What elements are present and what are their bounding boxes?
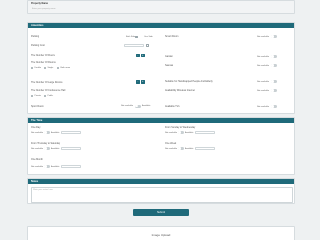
time-slot-toggle[interactable]: [44, 165, 50, 168]
garden-status: Not available: [257, 55, 270, 58]
handicapped-status: Not available: [257, 80, 270, 83]
number-of-floors-label: The Number Of Floors: [31, 54, 55, 57]
smart-room-toggle[interactable]: [271, 35, 277, 38]
notes-textarea[interactable]: Write your notes here: [31, 187, 293, 203]
time-slot-label: One Month: [31, 158, 43, 161]
property-name-placeholder: Enter your property name: [32, 8, 56, 11]
time-slot-status: Not available: [31, 147, 44, 150]
notes-panel: Notes Write your notes here: [27, 178, 295, 204]
time-slot-label: One Week: [165, 142, 177, 145]
hall-private-label: Private: [34, 94, 41, 97]
garden-label: Garden: [165, 55, 173, 58]
parking-cost-checkbox[interactable]: [146, 44, 149, 47]
sauna-toggle[interactable]: [271, 64, 277, 67]
smart-room-status: Not available: [257, 35, 270, 38]
room-type-single-radio[interactable]: [44, 67, 47, 70]
sport-room-status: Not available: [121, 105, 134, 107]
time-slot-status-2: Available: [51, 147, 60, 150]
time-slot-status-2: Available: [51, 131, 60, 134]
time-slot-price-input[interactable]: [61, 130, 81, 135]
time-slot-label: One Day: [31, 126, 41, 129]
sauna-label: Saunas: [165, 64, 174, 67]
room-type-both-label: Both room: [60, 67, 71, 69]
amenities-panel: Amenities Parking Both Side One Side Par…: [27, 22, 295, 114]
sport-room-toggle[interactable]: [135, 104, 141, 108]
property-name-input[interactable]: Enter your property name: [31, 8, 291, 12]
room-type-double-radio[interactable]: [31, 67, 34, 70]
smart-room-label: Smart Room: [165, 35, 179, 38]
time-slot-toggle[interactable]: [178, 147, 184, 150]
hall-private-radio[interactable]: [31, 94, 34, 97]
property-name-title: Property Name: [31, 2, 49, 5]
parking-both-side-label: Both Side: [126, 35, 136, 38]
tv-status: Not available: [257, 105, 270, 108]
time-slot-label: From Thursday to Saturday: [31, 142, 61, 145]
parking-one-side-label: One Side: [144, 35, 153, 38]
time-slot-toggle[interactable]: [44, 147, 50, 150]
time-slot-status: Not available: [31, 165, 44, 168]
time-slot-toggle[interactable]: [44, 131, 50, 134]
parking-both-side-checkbox[interactable]: [135, 35, 138, 39]
garden-toggle[interactable]: [271, 55, 277, 58]
tv-label: Available TVs: [165, 105, 180, 108]
time-panel: The Time One Day Not available Available…: [27, 117, 295, 175]
large-rooms-label: The Number Of Large Rooms: [31, 81, 63, 84]
time-header: The Time: [28, 118, 294, 123]
time-slot-price-input[interactable]: [195, 130, 215, 135]
notes-placeholder: Write your notes here: [33, 189, 53, 191]
time-slot-status-2: Available: [185, 131, 194, 134]
time-slot-status-2: Available: [51, 165, 60, 168]
image-upload-title: Image Upload: [151, 233, 171, 237]
amenities-header: Amenities: [28, 23, 294, 28]
time-slot-price-input[interactable]: [195, 146, 215, 151]
floors-increment-button[interactable]: +: [141, 53, 145, 57]
time-slot-status: Not available: [165, 147, 178, 150]
time-slot-status-2: Available: [185, 147, 194, 150]
parking-cost-label: Parking Cost: [31, 44, 45, 47]
wireless-toggle[interactable]: [271, 89, 277, 92]
time-slot-status: Not available: [31, 131, 44, 134]
time-slot-price-input[interactable]: [61, 146, 81, 151]
time-slot-label: From Sunday to Wednesday: [165, 126, 196, 129]
wireless-label: Availability Wireless Internet: [165, 89, 195, 92]
time-slot-status: Not available: [165, 131, 178, 134]
notes-header: Notes: [28, 179, 294, 184]
rooms-decrement-button[interactable]: -: [136, 80, 140, 84]
parking-label: Parking: [31, 35, 40, 38]
parking-cost-input[interactable]: [124, 43, 144, 47]
hall-public-label: Public: [47, 94, 54, 97]
sport-room-label: Sport Room: [31, 105, 44, 108]
floors-decrement-button[interactable]: -: [136, 53, 140, 57]
handicapped-toggle[interactable]: [271, 80, 277, 83]
number-of-rooms-label: The Number Of Rooms: [31, 61, 56, 64]
image-upload-panel: Image Upload: [27, 226, 295, 240]
hall-public-radio[interactable]: [44, 94, 47, 97]
handicapped-label: Suitable for Handicapped People And Elde…: [165, 80, 213, 83]
room-type-double-label: Double: [34, 67, 42, 69]
property-name-panel: Property Name Enter your property name: [27, 0, 295, 14]
rooms-increment-button[interactable]: +: [141, 80, 145, 84]
conference-hall-label: The Number Of Conference Hall: [31, 89, 66, 92]
sauna-status: Not available: [257, 64, 270, 67]
tv-toggle[interactable]: [271, 105, 277, 108]
submit-button[interactable]: Submit: [133, 209, 189, 216]
room-type-single-label: Single: [47, 67, 54, 69]
wireless-status: Not available: [257, 89, 270, 92]
sport-room-status-2: Available: [142, 105, 151, 107]
room-type-both-radio[interactable]: [57, 67, 60, 70]
time-slot-price-input[interactable]: [61, 164, 81, 169]
time-slot-toggle[interactable]: [178, 131, 184, 134]
